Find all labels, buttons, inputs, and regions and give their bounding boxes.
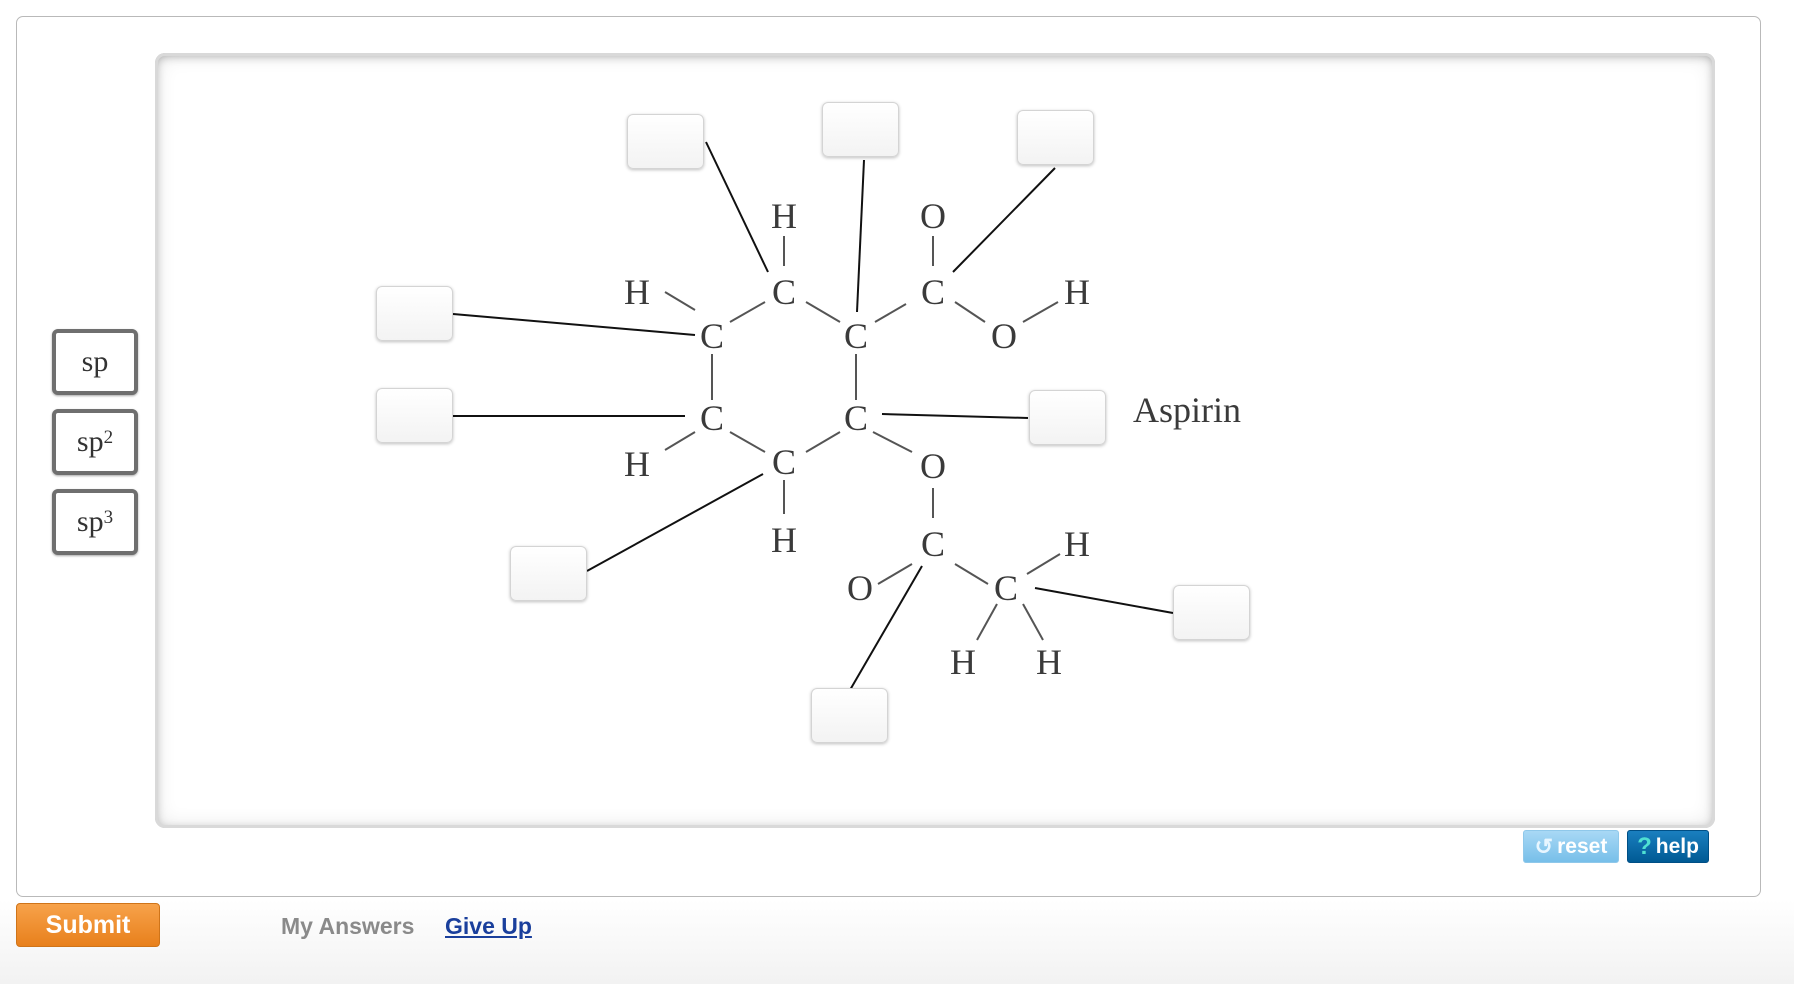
reset-label: reset (1557, 834, 1608, 858)
my-answers-label: My Answers (281, 913, 415, 939)
atom-h-methyl-3: H (1036, 642, 1062, 682)
atom-h-upper-left: H (624, 272, 650, 312)
drop-target-3[interactable] (1017, 110, 1094, 165)
atom-h-bottom: H (771, 520, 797, 560)
atom-c-upper-left: C (700, 316, 724, 356)
help-icon: ? (1637, 832, 1652, 860)
atom-c-upper-right: C (844, 316, 868, 356)
atom-h-lower-left: H (624, 444, 650, 484)
atom-c-top: C (772, 272, 796, 312)
atom-h-hydroxyl: H (1064, 272, 1090, 312)
atom-h-methyl-2: H (950, 642, 976, 682)
atom-o-acetyl: O (847, 568, 873, 608)
tile-sp[interactable]: sp (52, 329, 138, 395)
molecule-caption: Aspirin (1133, 390, 1241, 430)
drop-target-6[interactable] (1029, 390, 1106, 445)
help-button[interactable]: ? help (1627, 830, 1709, 863)
atom-c-carboxyl: C (921, 272, 945, 312)
atom-c-lower-right: C (844, 398, 868, 438)
drop-target-4[interactable] (376, 286, 453, 341)
drop-target-5[interactable] (376, 388, 453, 443)
atom-h-top: H (771, 196, 797, 236)
atom-h-methyl-1: H (1064, 524, 1090, 564)
tile-sp2[interactable]: sp 2 (52, 409, 138, 475)
drop-target-7[interactable] (510, 546, 587, 601)
tile-sp2-sup: 2 (103, 427, 114, 448)
atoms: H C H C C O C O H C H C C H O C O H C H … (624, 196, 1090, 682)
reset-icon: ↺ (1534, 833, 1554, 859)
drop-target-9[interactable] (1173, 585, 1250, 640)
tile-sp3-label: sp (76, 505, 104, 538)
atom-c-acetyl: C (921, 524, 945, 564)
give-up-link[interactable]: Give Up (445, 913, 532, 940)
submit-button[interactable]: Submit (16, 903, 160, 947)
reset-button[interactable]: ↺ reset (1523, 830, 1619, 863)
drop-target-1[interactable] (627, 114, 704, 169)
atom-o-hydroxyl: O (991, 316, 1017, 356)
atom-c-methyl: C (994, 568, 1018, 608)
tile-sp2-label: sp (76, 425, 104, 458)
atom-o-carbonyl: O (920, 196, 946, 236)
atom-o-ester: O (920, 446, 946, 486)
tile-sp3-sup: 3 (103, 507, 114, 528)
drop-target-2[interactable] (822, 102, 899, 157)
help-label: help (1655, 834, 1699, 858)
tile-sp3[interactable]: sp 3 (52, 489, 138, 555)
atom-c-bottom: C (772, 442, 796, 482)
drop-target-8[interactable] (811, 688, 888, 743)
atom-c-lower-left: C (700, 398, 724, 438)
tile-sp-label: sp (81, 345, 109, 378)
